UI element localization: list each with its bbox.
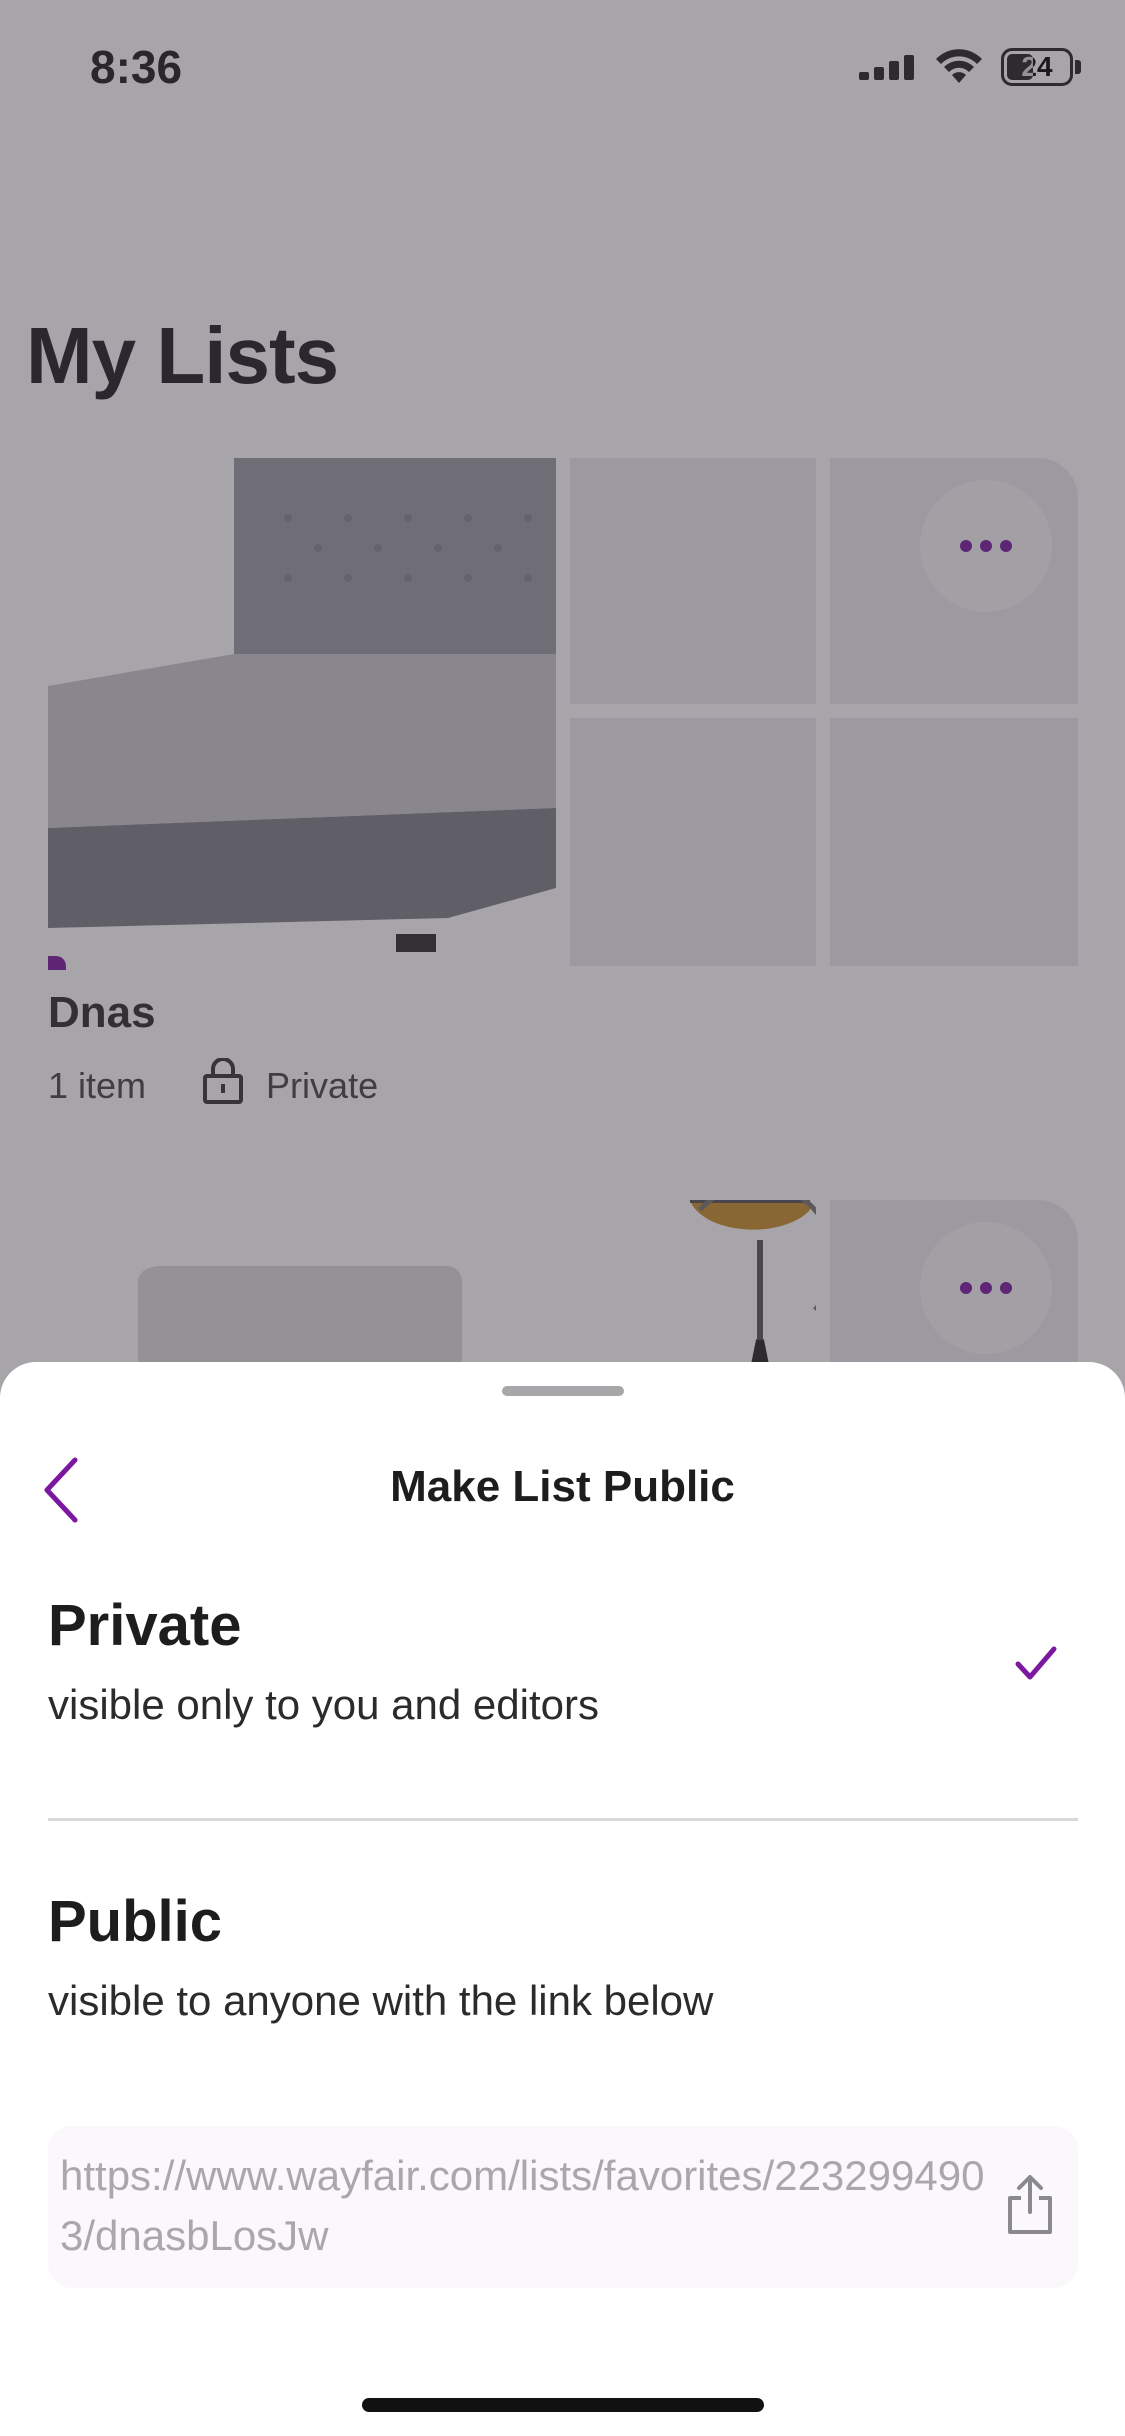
- screen: 8:36 24 My Lists Dnas 1 item Private Mak…: [0, 0, 1125, 2436]
- share-link-field[interactable]: https://www.wayfair.com/lists/favorites/…: [48, 2126, 1078, 2288]
- sheet-title: Make List Public: [390, 1462, 735, 1511]
- divider: [48, 1818, 1078, 1821]
- option-public-description: visible to anyone with the link below: [48, 1977, 714, 2024]
- checkmark-icon: [1015, 1646, 1057, 1680]
- option-public-title: Public: [48, 1889, 223, 1954]
- home-indicator[interactable]: [362, 2398, 764, 2412]
- make-list-public-sheet: Make List Public Private visible only to…: [0, 1362, 1125, 2436]
- option-public[interactable]: Public visible to anyone with the link b…: [48, 1888, 1078, 2088]
- share-icon: [1008, 2175, 1052, 2234]
- share-link-text: https://www.wayfair.com/lists/favorites/…: [60, 2152, 985, 2259]
- sheet-grabber[interactable]: [502, 1386, 624, 1396]
- share-button[interactable]: [1002, 2172, 1058, 2238]
- option-private-description: visible only to you and editors: [48, 1681, 599, 1728]
- option-private-title: Private: [48, 1593, 242, 1658]
- option-private[interactable]: Private visible only to you and editors: [48, 1592, 1078, 1792]
